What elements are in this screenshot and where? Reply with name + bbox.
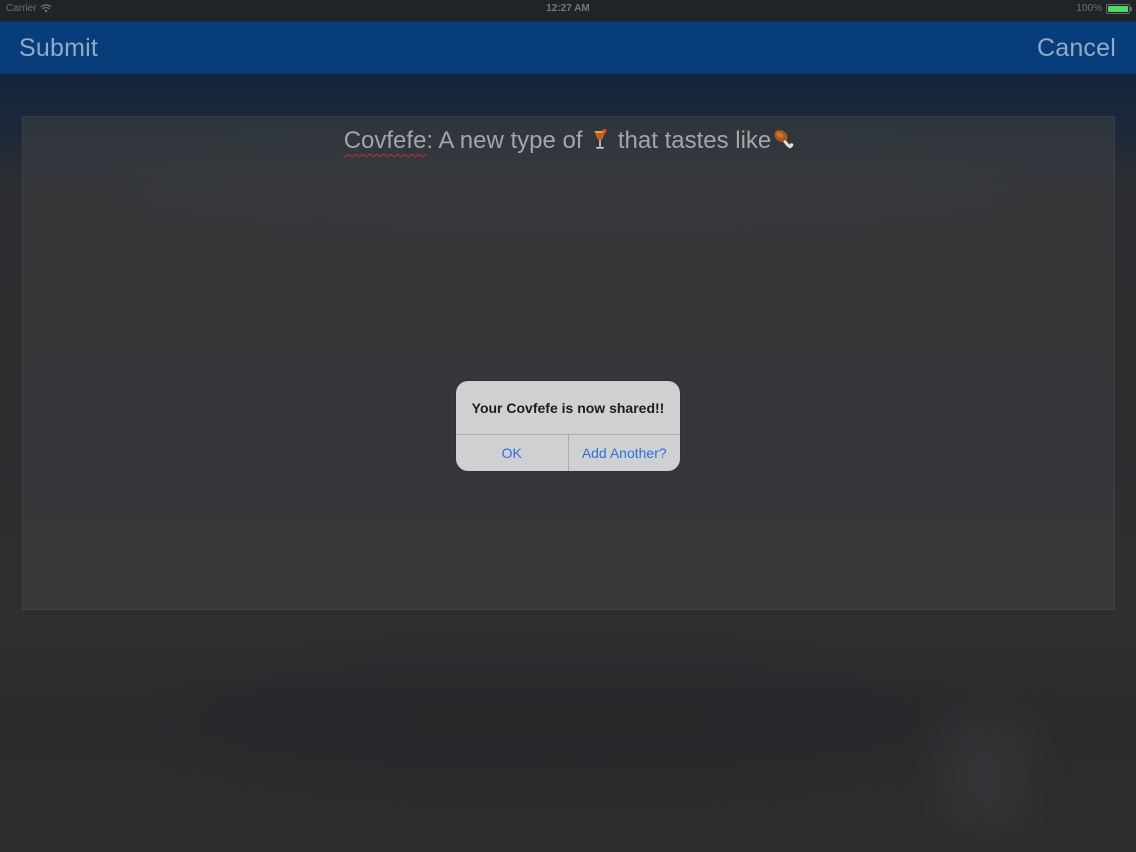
cancel-button[interactable]: Cancel	[1037, 34, 1116, 63]
status-battery: 100%	[1076, 3, 1132, 14]
alert-title: Your Covfefe is now shared!!	[471, 399, 665, 416]
submit-button[interactable]: Submit	[19, 34, 98, 63]
alert-actions: OK Add Another?	[456, 434, 680, 471]
tropical-drink-icon	[589, 127, 611, 151]
status-time: 12:27 AM	[546, 3, 590, 14]
screen: Carrier 12:27 AM 100% Submit Cancel Covf…	[0, 0, 1136, 852]
battery-percent: 100%	[1076, 3, 1102, 14]
battery-icon	[1106, 3, 1132, 14]
editor-text-part: : A new type of	[426, 127, 590, 154]
ok-button[interactable]: OK	[456, 435, 569, 471]
text-editor[interactable]: Covfefe: A new type of that tastes like	[22, 116, 1115, 610]
status-bar: Carrier 12:27 AM 100%	[0, 0, 1136, 20]
editor-text-part: that tastes like	[611, 127, 772, 154]
navigation-bar: Submit Cancel	[0, 22, 1136, 74]
misspelled-word: Covfefe	[343, 127, 427, 154]
poultry-leg-icon	[771, 127, 794, 151]
add-another-button[interactable]: Add Another?	[569, 435, 681, 471]
editor-text: Covfefe: A new type of that tastes like	[23, 127, 1114, 155]
battery-fill	[1108, 5, 1128, 12]
alert-dialog: Your Covfefe is now shared!! OK Add Anot…	[456, 381, 680, 471]
background-blur	[180, 660, 940, 780]
background-blur	[940, 720, 1030, 830]
